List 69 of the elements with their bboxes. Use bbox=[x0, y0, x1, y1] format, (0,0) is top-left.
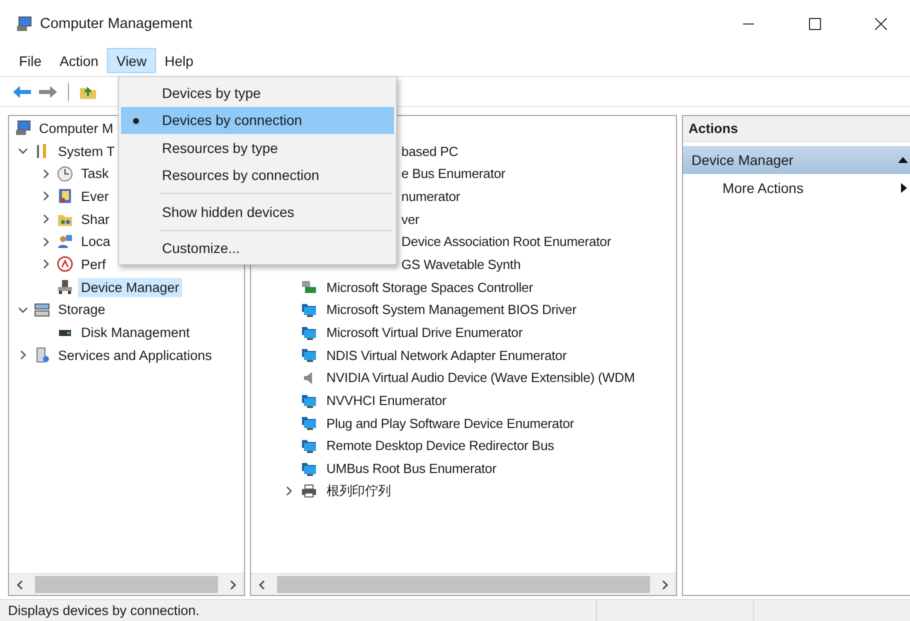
tree-item[interactable]: Device Manager bbox=[78, 278, 182, 297]
device-item[interactable]: UMBus Root Bus Enumerator bbox=[323, 459, 500, 478]
device-item[interactable]: NDIS Virtual Network Adapter Enumerator bbox=[323, 346, 570, 365]
device-icon bbox=[57, 279, 73, 296]
device-item[interactable]: Remote Desktop Device Redirector Bus bbox=[323, 436, 558, 456]
submenu-arrow-icon bbox=[901, 183, 908, 193]
menu-option[interactable]: Customize... bbox=[121, 234, 394, 262]
actions-section[interactable]: Device Manager bbox=[682, 146, 910, 174]
device-item[interactable]: GS Wavetable Synth bbox=[398, 254, 524, 274]
menu-item[interactable]: Help bbox=[156, 48, 202, 73]
device-item[interactable]: numerator bbox=[398, 186, 464, 206]
menu-option[interactable]: Resources by type bbox=[121, 134, 394, 162]
device-item[interactable]: NVIDIA Virtual Audio Device (Wave Extensible) (WDM bbox=[323, 368, 638, 388]
gauge-icon bbox=[57, 256, 73, 272]
device-item[interactable]: Microsoft Virtual Drive Enumerator bbox=[323, 323, 526, 342]
menu-option[interactable]: Resources by connection bbox=[121, 162, 394, 189]
clock-icon bbox=[57, 166, 73, 182]
window-title: Computer Management bbox=[40, 16, 194, 32]
forward-arrow-icon[interactable] bbox=[38, 84, 58, 100]
device-item[interactable]: Plug and Play Software Device Enumerator bbox=[323, 414, 578, 433]
drive-icon bbox=[34, 302, 50, 318]
menu-option[interactable]: Show hidden devices bbox=[121, 198, 394, 226]
device-item[interactable]: NVVHCI Enumerator bbox=[323, 391, 450, 410]
menu-item[interactable]: View bbox=[107, 48, 156, 73]
device-folder-icon bbox=[301, 438, 318, 454]
device-item[interactable]: 根列印佇列 bbox=[323, 480, 394, 502]
tree-item[interactable]: Ever bbox=[78, 186, 112, 206]
device-item[interactable]: Device Association Root Enumerator bbox=[398, 232, 614, 252]
menu-item[interactable]: Action bbox=[50, 48, 108, 73]
scrollbar-thumb[interactable] bbox=[35, 576, 218, 593]
tree-item[interactable]: System T bbox=[55, 142, 118, 161]
collapse-icon[interactable] bbox=[898, 156, 908, 164]
users-icon bbox=[57, 234, 73, 250]
tree-item[interactable]: Disk Management bbox=[78, 323, 193, 342]
tree-item[interactable]: Storage bbox=[55, 300, 108, 320]
tree-item[interactable]: Computer M bbox=[36, 118, 116, 138]
device-item[interactable]: Microsoft System Management BIOS Driver bbox=[323, 300, 580, 320]
device-item[interactable]: e Bus Enumerator bbox=[398, 164, 508, 184]
action-link[interactable]: More Actions bbox=[682, 174, 910, 202]
maximize-icon bbox=[809, 18, 821, 30]
actions-header: Actions bbox=[682, 116, 910, 142]
menu-option[interactable]: Devices by type bbox=[121, 79, 394, 106]
close-icon bbox=[875, 18, 887, 30]
computer-icon bbox=[16, 16, 32, 32]
device-folder-icon bbox=[301, 392, 318, 409]
device-item[interactable]: ver bbox=[398, 210, 422, 229]
device-item[interactable]: based PC bbox=[398, 142, 462, 161]
tree-item[interactable]: Loca bbox=[78, 232, 114, 252]
book-icon bbox=[57, 188, 73, 204]
device-item[interactable]: Microsoft Storage Spaces Controller bbox=[323, 278, 536, 297]
menu-option[interactable]: Devices by connection bbox=[121, 106, 394, 134]
scrollbar-thumb[interactable] bbox=[277, 576, 650, 593]
computer-icon bbox=[15, 120, 31, 136]
device-folder-icon bbox=[301, 302, 318, 318]
server-icon bbox=[34, 347, 50, 364]
storage-icon bbox=[301, 279, 318, 296]
menu-item[interactable]: File bbox=[10, 48, 51, 73]
back-arrow-icon[interactable] bbox=[12, 84, 32, 100]
tree-item[interactable]: Perf bbox=[78, 254, 109, 274]
printer-icon bbox=[301, 483, 318, 500]
device-folder-icon bbox=[301, 347, 318, 364]
device-folder-icon bbox=[301, 460, 318, 477]
device-folder-icon bbox=[301, 415, 318, 432]
tree-item[interactable]: Shar bbox=[78, 210, 113, 229]
bullet-icon bbox=[133, 118, 139, 124]
tree-item[interactable]: Task bbox=[78, 164, 112, 184]
device-folder-icon bbox=[301, 324, 318, 341]
status-text: Displays devices by connection. bbox=[7, 603, 200, 618]
tree-item[interactable]: Services and Applications bbox=[55, 346, 215, 365]
